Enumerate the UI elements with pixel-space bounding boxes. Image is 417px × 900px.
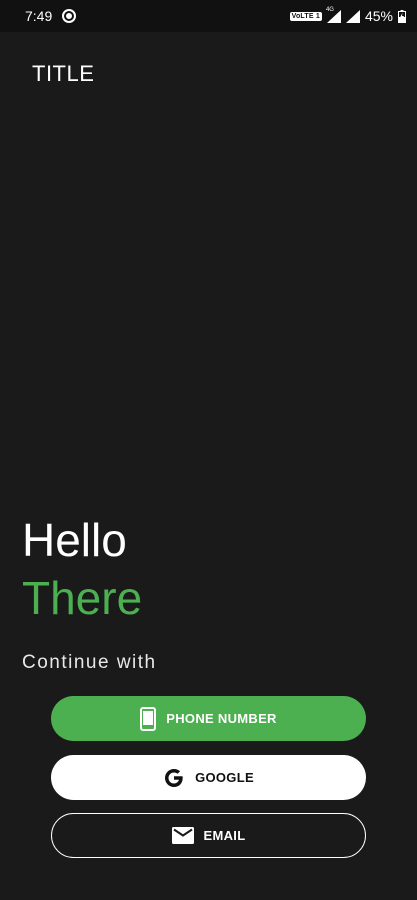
hero-line-there: There (22, 572, 143, 624)
battery-percent: 45% (364, 8, 393, 24)
email-button[interactable]: EMAIL (51, 813, 366, 858)
google-icon (163, 767, 185, 789)
google-button-label: GOOGLE (195, 770, 254, 785)
status-left: 7:49 (25, 8, 77, 24)
phone-number-button[interactable]: PHONE NUMBER (51, 696, 366, 741)
email-button-label: EMAIL (203, 828, 246, 843)
phone-icon (140, 706, 157, 731)
continue-with-label: Continue with (22, 652, 157, 673)
page-title: TITLE (32, 61, 95, 86)
hero-line-hello: Hello (22, 514, 127, 566)
signal-4g-icon: 4G (325, 6, 341, 23)
battery-charging-icon (398, 9, 406, 23)
status-time: 7:49 (25, 8, 53, 24)
phone-number-button-label: PHONE NUMBER (166, 711, 277, 726)
signal-icon (345, 9, 360, 23)
network-type-label: 4G (325, 6, 334, 13)
volte-badge: VoLTE 1 (289, 11, 322, 21)
status-bar: 7:49 VoLTE 1 4G 45% (0, 0, 417, 32)
record-icon (62, 9, 77, 23)
status-right: VoLTE 1 4G 45% (289, 6, 406, 24)
google-button[interactable]: GOOGLE (51, 755, 366, 800)
mail-icon (171, 827, 194, 844)
